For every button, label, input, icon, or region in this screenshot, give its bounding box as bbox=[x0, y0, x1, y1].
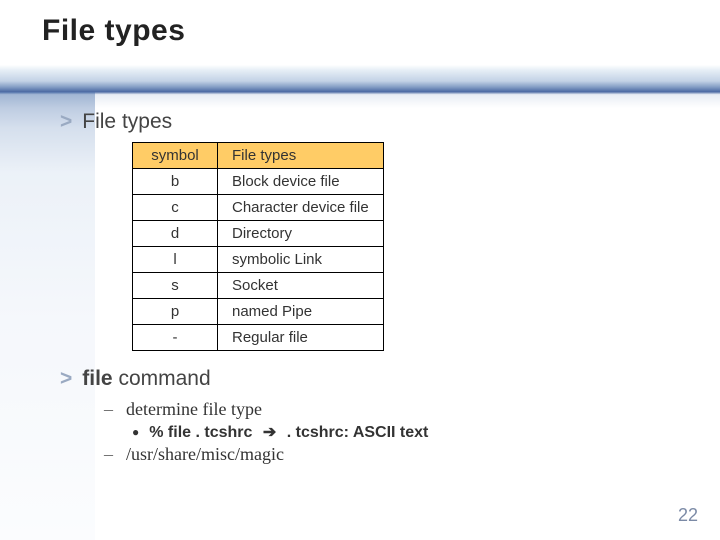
slide-body: > File types symbol File types b Block d… bbox=[60, 110, 660, 467]
cell-symbol: l bbox=[133, 247, 218, 273]
cell-desc: Character device file bbox=[218, 195, 384, 221]
sub-example-text: % file . tcshrc ➔ . tcshrc: ASCII text bbox=[149, 422, 428, 442]
cell-desc: Socket bbox=[218, 273, 384, 299]
table-row: l symbolic Link bbox=[133, 247, 384, 273]
cell-symbol: c bbox=[133, 195, 218, 221]
file-command-rest: command bbox=[113, 367, 211, 390]
bullet-file-types: > File types bbox=[60, 110, 660, 134]
table-row: b Block device file bbox=[133, 169, 384, 195]
table-row: p named Pipe bbox=[133, 299, 384, 325]
table-header-row: symbol File types bbox=[133, 143, 384, 169]
cell-symbol: p bbox=[133, 299, 218, 325]
page-number: 22 bbox=[678, 505, 698, 526]
arrow-icon: ➔ bbox=[263, 422, 276, 442]
sub-example: ● % file . tcshrc ➔ . tcshrc: ASCII text bbox=[132, 422, 660, 442]
bullet-file-command: > file command bbox=[60, 367, 660, 391]
table-header-type: File types bbox=[218, 143, 384, 169]
sub-determine: – determine file type bbox=[104, 399, 660, 420]
dash-icon: – bbox=[104, 444, 116, 465]
sub-determine-text: determine file type bbox=[126, 399, 262, 420]
cell-symbol: b bbox=[133, 169, 218, 195]
file-command-bold: file bbox=[82, 367, 112, 390]
cell-desc: Directory bbox=[218, 221, 384, 247]
cell-symbol: s bbox=[133, 273, 218, 299]
chevron-icon: > bbox=[60, 367, 72, 391]
file-types-table: symbol File types b Block device file c … bbox=[132, 142, 384, 351]
bullet-file-types-text: File types bbox=[82, 110, 172, 134]
table-row: d Directory bbox=[133, 221, 384, 247]
example-out: . tcshrc: ASCII text bbox=[287, 424, 429, 441]
table-row: s Socket bbox=[133, 273, 384, 299]
bullet-file-command-text: file command bbox=[82, 367, 210, 391]
cell-desc: named Pipe bbox=[218, 299, 384, 325]
dash-icon: – bbox=[104, 399, 116, 420]
cell-desc: Regular file bbox=[218, 325, 384, 351]
example-cmd: % file . tcshrc bbox=[149, 424, 252, 441]
slide-title: File types bbox=[42, 14, 185, 48]
sub-list: – determine file type ● % file . tcshrc … bbox=[104, 399, 660, 465]
table-row: c Character device file bbox=[133, 195, 384, 221]
sub-magic: – /usr/share/misc/magic bbox=[104, 444, 660, 465]
dot-icon: ● bbox=[132, 425, 139, 439]
slide: File types > File types symbol File type… bbox=[0, 0, 720, 540]
cell-symbol: - bbox=[133, 325, 218, 351]
sub-magic-text: /usr/share/misc/magic bbox=[126, 444, 284, 465]
chevron-icon: > bbox=[60, 110, 72, 134]
cell-desc: Block device file bbox=[218, 169, 384, 195]
cell-symbol: d bbox=[133, 221, 218, 247]
table-row: - Regular file bbox=[133, 325, 384, 351]
cell-desc: symbolic Link bbox=[218, 247, 384, 273]
table-header-symbol: symbol bbox=[133, 143, 218, 169]
